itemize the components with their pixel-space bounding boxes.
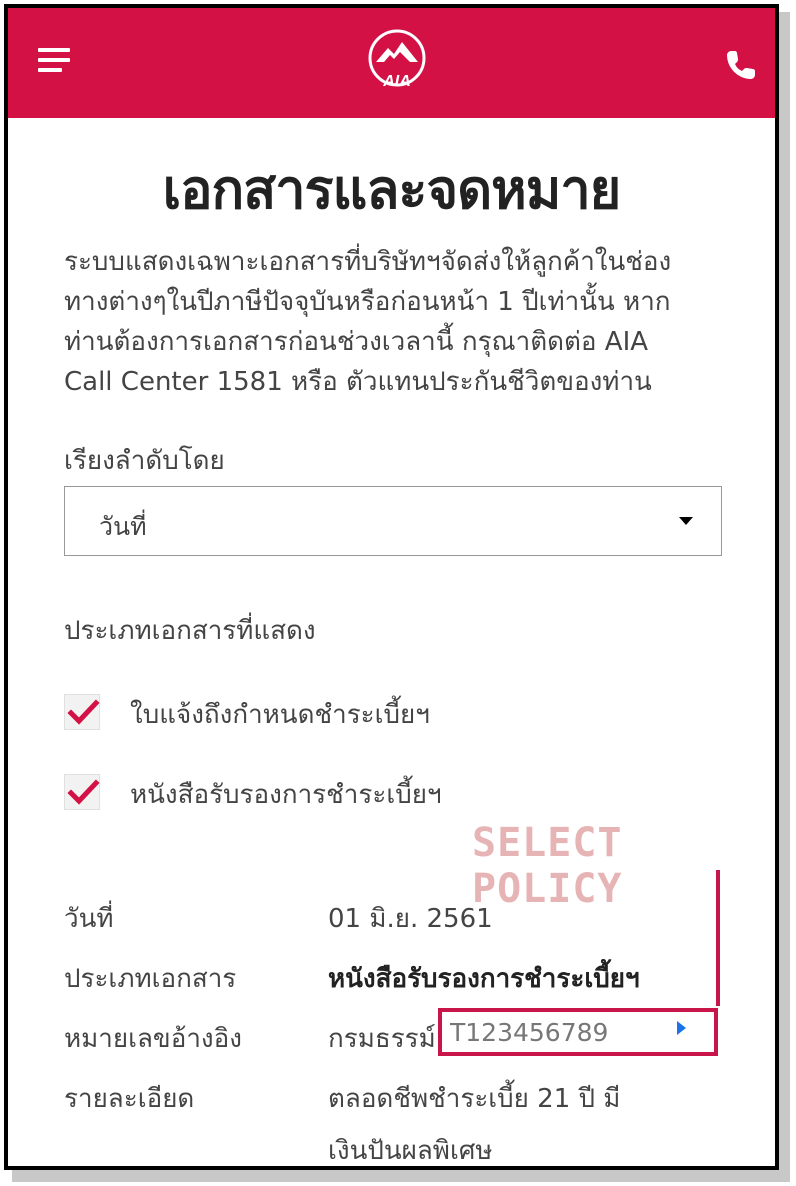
svg-text:AIA: AIA — [382, 73, 411, 90]
detail-value-line: ตลอดชีพชำระเบี้ย 21 ปี มี — [328, 1084, 621, 1114]
aia-logo: AIA — [368, 29, 426, 90]
reference-prefix: กรมธรรม์ — [328, 1024, 436, 1054]
intro-line: ทางต่างๆในปีภาษีปัจจุบันหรือก่อนหน้า 1 ป… — [64, 287, 671, 317]
doc-type-field-label: ประเภทเอกสาร — [64, 964, 237, 994]
hamburger-menu-icon[interactable] — [38, 48, 70, 76]
checkbox-label: ใบแจ้งถึงกำหนดชำระเบี้ยฯ — [130, 700, 430, 730]
caret-down-icon — [679, 517, 693, 525]
select-policy-annotation: SELECT POLICY — [472, 820, 623, 912]
checkbox-label: หนังสือรับรองการชำระเบี้ยฯ — [130, 780, 442, 810]
checkbox[interactable] — [64, 774, 100, 810]
page-title: เอกสารและจดหมาย — [162, 158, 622, 221]
doc-type-value: หนังสือรับรองการชำระเบี้ยฯ — [328, 964, 640, 994]
checkbox[interactable] — [64, 694, 100, 730]
sort-label: เรียงลำดับโดย — [64, 446, 225, 476]
phone-icon[interactable] — [724, 48, 758, 82]
intro-line: ท่านต้องการเอกสารก่อนช่วงเวลานี้ กรุณาติ… — [64, 327, 649, 357]
detail-label: รายละเอียด — [64, 1084, 195, 1114]
annotation-connector-line — [716, 870, 720, 1006]
phone-screen-frame: AIA เอกสารและจดหมาย ระบบแสดงเฉพาะเอกสารท… — [4, 4, 779, 1170]
sort-select[interactable]: วันที่ — [64, 486, 722, 556]
policy-number: T123456789 — [450, 1018, 609, 1047]
date-value: 01 มิ.ย. 2561 — [328, 904, 493, 934]
detail-value-line: เงินปันผลพิเศษ — [328, 1136, 493, 1166]
sort-selected-value: วันที่ — [99, 512, 147, 541]
app-header: AIA — [8, 8, 775, 118]
intro-line: ระบบแสดงเฉพาะเอกสารที่บริษัทฯจัดส่งให้ลู… — [64, 247, 672, 277]
reference-label: หมายเลขอ้างอิง — [64, 1024, 242, 1054]
intro-text: ระบบแสดงเฉพาะเอกสารที่บริษัทฯจัดส่งให้ลู… — [64, 242, 714, 402]
checkmark-icon — [67, 779, 100, 805]
date-label: วันที่ — [64, 904, 114, 934]
intro-line: Call Center 1581 หรือ ตัวแทนประกันชีวิตข… — [64, 367, 652, 397]
caret-right-icon — [677, 1021, 686, 1035]
doc-type-label: ประเภทเอกสารที่แสดง — [64, 616, 316, 646]
policy-selector[interactable]: T123456789 — [446, 1016, 710, 1048]
checkmark-icon — [67, 699, 100, 725]
